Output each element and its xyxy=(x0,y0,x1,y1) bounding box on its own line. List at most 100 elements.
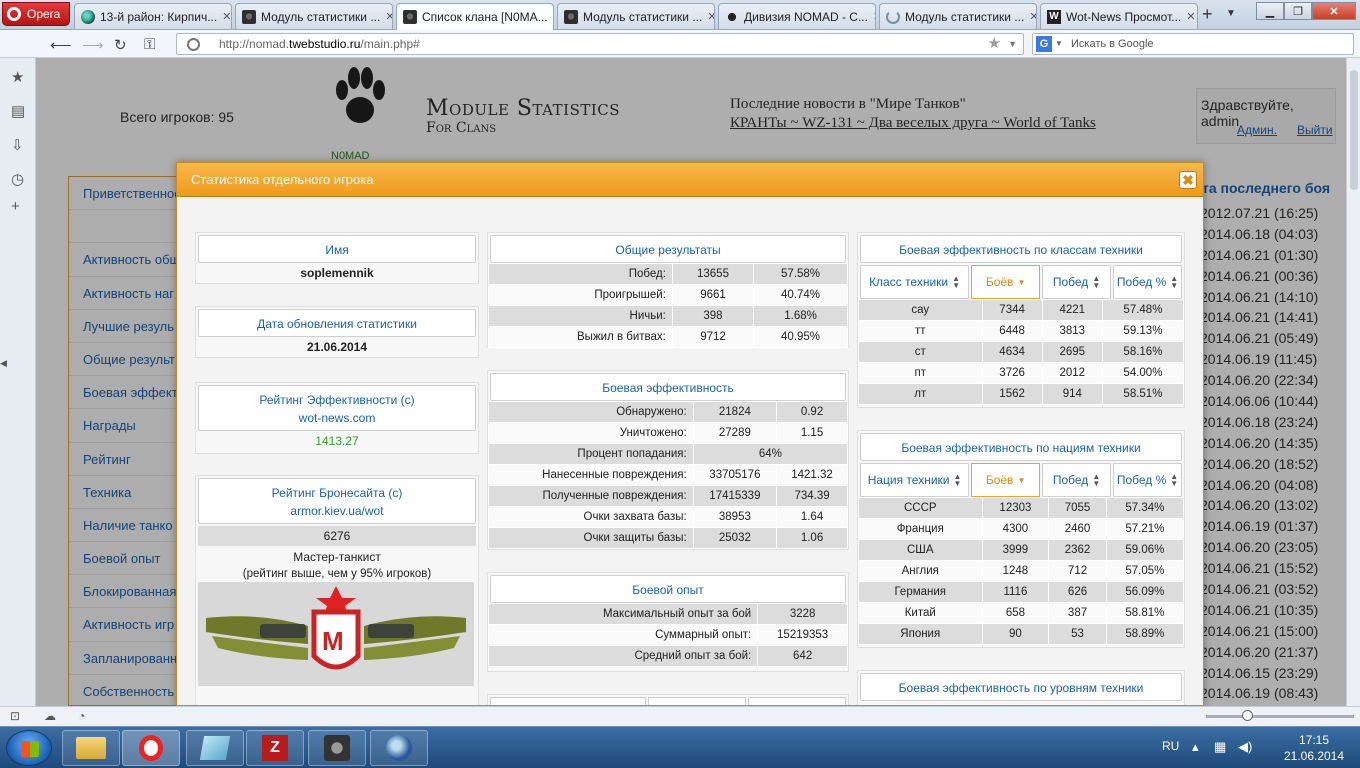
update-date-value: 21.06.2014 xyxy=(306,340,368,354)
maximize-icon[interactable]: ❐ xyxy=(1284,2,1312,20)
zoom-slider[interactable] xyxy=(1206,710,1354,721)
table-row: Нанесенные повреждения: 33705176 1421.32 xyxy=(488,464,848,486)
rating-col-name[interactable]: Рейтинг xyxy=(490,697,646,705)
bookmarks-star-icon[interactable]: ★ xyxy=(11,68,24,86)
opera-menu-label: Opera xyxy=(27,7,61,21)
class-efficiency-panel: Боевая эффективность по классам техники … xyxy=(857,232,1185,408)
taskbar-wot[interactable] xyxy=(308,730,366,766)
update-date-panel: Дата обновления статистики 21.06.2014 xyxy=(195,306,479,358)
address-field[interactable]: http://nomad.twebstudio.ru/main.php# ★ ▼ xyxy=(176,33,1024,55)
sort-desc-icon: ▼ xyxy=(1017,475,1026,485)
language-indicator[interactable]: RU xyxy=(1162,739,1179,753)
taskbar-explorer[interactable] xyxy=(62,730,120,766)
page-scrollbar[interactable] xyxy=(1346,58,1360,706)
tab-list-icon[interactable]: ▼ xyxy=(1226,8,1236,19)
general-results-header: Общие результаты xyxy=(490,235,846,263)
system-clock[interactable]: 17:15 21.06.2014 xyxy=(1274,732,1354,764)
tab-3-active[interactable]: Список клана [N0MA... ✕ xyxy=(396,3,554,30)
experience-header: Боевой опыт xyxy=(490,575,846,603)
windows-taskbar: Z RU ▴ ▦ ◀) 17:15 21.06.2014 xyxy=(0,726,1360,768)
close-tab-icon[interactable]: ✕ xyxy=(1029,10,1036,23)
nation-efficiency-panel: Боевая эффективность по нациям техники Н… xyxy=(857,430,1185,648)
col-label: Побед xyxy=(1052,473,1089,487)
tab-1[interactable]: 13-й район: Кирпич... ✕ xyxy=(74,3,232,29)
google-icon[interactable]: G xyxy=(1036,36,1052,52)
table-row: Побед: 13655 57.58% xyxy=(488,263,848,285)
close-tab-icon[interactable]: ✕ xyxy=(873,10,875,23)
table-row: Выжил в битвах: 9712 40.95% xyxy=(488,326,848,348)
volume-icon[interactable]: ◀) xyxy=(1238,739,1252,755)
wot-news-link[interactable]: wot-news.com xyxy=(199,409,475,427)
close-tab-icon[interactable]: ✕ xyxy=(222,10,231,23)
taskbar-opera[interactable] xyxy=(122,730,180,766)
chevron-down-icon[interactable]: ▼ xyxy=(1008,34,1017,54)
sort-battles-button[interactable]: Боёв ▼ xyxy=(971,463,1041,497)
notes-app-icon xyxy=(199,736,231,760)
tab-6[interactable]: Модуль статистики ... ✕ xyxy=(879,3,1037,29)
panel-toggle-icon[interactable]: ⊡ xyxy=(10,709,20,723)
collapse-panel-icon[interactable]: ◀ xyxy=(0,358,7,369)
armor-site-link[interactable]: armor.kiev.ua/wot xyxy=(199,502,475,520)
notes-icon[interactable]: ▤ xyxy=(11,102,25,120)
sort-icon: ▲ ▼ xyxy=(952,274,961,290)
close-icon[interactable]: ✖ xyxy=(1179,171,1197,189)
rating-header-row: Рейтинг Значение Место xyxy=(490,697,846,705)
search-field[interactable]: G ▼ Искать в Google xyxy=(1032,33,1354,55)
new-tab-icon[interactable]: + xyxy=(1202,4,1213,25)
folder-icon xyxy=(76,737,106,759)
chevron-down-icon[interactable]: ▼ xyxy=(1055,34,1063,54)
speed-dial-icon[interactable]: ◔ xyxy=(78,709,85,723)
tab-2[interactable]: Модуль статистики ... ✕ xyxy=(235,3,393,29)
sort-wins-button[interactable]: Побед ▲ ▼ xyxy=(1042,265,1112,299)
experience-panel: Боевой опыт Максимальный опыт за бой 3228… xyxy=(487,572,849,672)
rating-col-place[interactable]: Место xyxy=(747,697,846,705)
close-window-icon[interactable]: ✕ xyxy=(1312,2,1356,20)
add-panel-icon[interactable]: + xyxy=(11,198,20,215)
tab-7[interactable]: W Wot-News Просмот... ✕ xyxy=(1040,3,1198,29)
update-date-header: Дата обновления статистики xyxy=(198,309,476,337)
close-tab-icon[interactable]: ✕ xyxy=(1186,10,1195,23)
cloud-icon[interactable]: ☁ xyxy=(44,709,56,723)
rating-col-value[interactable]: Значение xyxy=(647,697,746,705)
history-clock-icon[interactable]: ◷ xyxy=(11,170,24,188)
sort-winrate-button[interactable]: Побед % ▲ ▼ xyxy=(1113,265,1182,299)
reload-icon[interactable]: ↻ xyxy=(114,36,127,54)
clock-time: 17:15 xyxy=(1298,733,1330,747)
back-icon[interactable]: ⟵ xyxy=(50,36,72,54)
taskbar-notes[interactable] xyxy=(186,730,244,766)
key-icon[interactable]: ⚿ xyxy=(144,36,155,53)
opera-menu-button[interactable]: Opera xyxy=(2,2,70,26)
wot-icon xyxy=(242,9,256,24)
col-label: Нация техники xyxy=(867,473,950,487)
minimize-icon[interactable]: ▁ xyxy=(1256,2,1284,20)
close-tab-icon[interactable]: ✕ xyxy=(553,11,554,24)
scrollbar-thumb[interactable] xyxy=(1350,70,1358,190)
nation-efficiency-table: СССР 12303 7055 57.34% Франция 4300 2460 57.21… xyxy=(858,497,1185,645)
close-tab-icon[interactable]: ✕ xyxy=(707,10,714,23)
tab-4[interactable]: Модуль статистики ... ✕ xyxy=(557,3,715,29)
sort-battles-button[interactable]: Боёв ▼ xyxy=(971,265,1041,299)
tray-arrow-icon[interactable]: ▴ xyxy=(1192,739,1199,755)
taskbar-filezilla[interactable]: Z xyxy=(246,730,304,766)
col-label: Класс техники xyxy=(869,275,949,289)
sort-class-button[interactable]: Класс техники ▲ ▼ xyxy=(860,265,970,299)
sort-wins-button[interactable]: Побед ▲ ▼ xyxy=(1042,463,1112,497)
window-controls: ▁ ❐ ✕ xyxy=(1256,2,1356,20)
url-path: /main.php# xyxy=(360,37,420,51)
bookmark-star-icon[interactable]: ★ xyxy=(988,34,1001,54)
level-efficiency-header: Боевая эффективность по уровням техники xyxy=(860,673,1182,701)
start-button[interactable] xyxy=(6,730,52,766)
downloads-icon[interactable]: ⇩ xyxy=(11,136,24,154)
close-tab-icon[interactable]: ✕ xyxy=(385,10,392,23)
table-row: Процент попадания: 64% xyxy=(488,443,849,465)
taskbar-qip[interactable] xyxy=(370,730,428,766)
forward-icon[interactable]: ⟶ xyxy=(82,36,104,54)
tab-title: Модуль статистики ... xyxy=(261,9,381,24)
zoom-slider-handle[interactable] xyxy=(1242,710,1253,721)
sort-winrate-button[interactable]: Побед % ▲ ▼ xyxy=(1113,463,1182,497)
class-efficiency-header: Боевая эффективность по классам техники xyxy=(860,235,1182,263)
network-icon[interactable]: ▦ xyxy=(1214,739,1226,755)
sort-nation-button[interactable]: Нация техники ▲ ▼ xyxy=(860,463,970,497)
tab-5[interactable]: Дивизия NOMAD - С... ✕ xyxy=(718,3,876,29)
table-row: Уничтожено: 27289 1.15 xyxy=(488,422,848,444)
